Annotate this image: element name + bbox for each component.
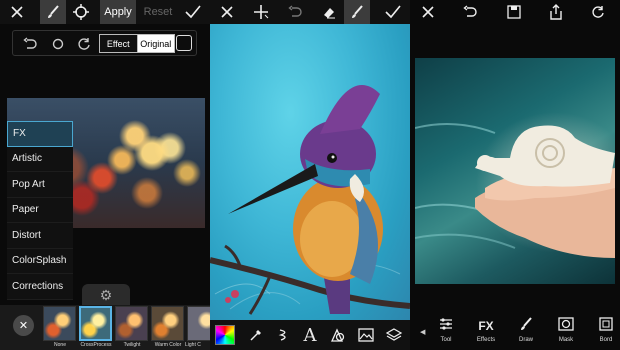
- image-icon[interactable]: [354, 323, 378, 347]
- effects-button[interactable]: FX Effects: [470, 317, 502, 349]
- fx-category-fx[interactable]: FX: [7, 121, 73, 147]
- filter-strip: ✕ None CrossProcess Twilight Warm Color …: [0, 305, 210, 350]
- fx-category-menu: FX Artistic Pop Art Paper Distort ColorS…: [7, 121, 73, 300]
- undo-icon[interactable]: [21, 35, 39, 53]
- kingfisher-painting: [210, 85, 410, 315]
- effect-original-toggle: Effect Original: [99, 34, 175, 53]
- reset-button[interactable]: Reset: [140, 0, 176, 24]
- filter-label-none: None: [54, 342, 66, 348]
- eyedropper-icon[interactable]: [244, 323, 268, 347]
- brush-icon[interactable]: [344, 0, 370, 24]
- draw-panel: A: [210, 0, 410, 350]
- shapes-icon[interactable]: [326, 323, 350, 347]
- effects-label: Effects: [476, 337, 496, 343]
- drawing-canvas[interactable]: [210, 24, 410, 320]
- editor-panel: ◀ Tool FX Effects Draw Mask Bord: [410, 0, 620, 350]
- draw-bottom-toolbar: A: [210, 320, 410, 350]
- fx-category-artistic[interactable]: Artistic: [7, 147, 73, 172]
- draw-label: Draw: [518, 337, 533, 343]
- fx-category-pop-art[interactable]: Pop Art: [7, 172, 73, 198]
- undo-icon[interactable]: [458, 0, 482, 24]
- border-label: Bord: [599, 337, 613, 343]
- mask-label: Mask: [558, 337, 574, 343]
- square-icon[interactable]: [176, 35, 192, 51]
- share-icon[interactable]: [544, 0, 568, 24]
- checkmark-icon[interactable]: [380, 0, 406, 24]
- border-icon: [599, 317, 613, 335]
- color-swatch[interactable]: [215, 325, 235, 345]
- mask-button[interactable]: Mask: [550, 317, 582, 349]
- filter-thumb-crossprocess[interactable]: [79, 306, 112, 341]
- brush-icon[interactable]: [40, 0, 66, 24]
- effects-panel: Apply Reset Effect Original FX Artistic …: [0, 0, 210, 350]
- editor-bottom-toolbar: ◀ Tool FX Effects Draw Mask Bord: [410, 314, 620, 350]
- top-toolbar: Apply Reset: [0, 0, 210, 24]
- scroll-left-icon[interactable]: ◀: [420, 328, 425, 336]
- refresh-icon[interactable]: [75, 35, 93, 53]
- brush-stroke-icon[interactable]: [272, 323, 296, 347]
- close-filters-icon[interactable]: ✕: [13, 315, 34, 336]
- filter-thumb-twilight[interactable]: [115, 306, 148, 341]
- close-icon[interactable]: [4, 0, 30, 24]
- sliders-icon: [439, 317, 453, 335]
- text-icon[interactable]: A: [298, 323, 322, 347]
- circle-icon[interactable]: [49, 35, 67, 53]
- gear-icon[interactable]: ⚙: [82, 284, 130, 306]
- brush-icon: [519, 317, 533, 335]
- fx-category-distort[interactable]: Distort: [7, 223, 73, 249]
- draw-button[interactable]: Draw: [510, 317, 542, 349]
- refresh-icon[interactable]: [586, 0, 610, 24]
- mask-tool-row: Effect Original: [12, 30, 197, 56]
- apply-button[interactable]: Apply: [100, 0, 136, 24]
- fx-category-paper[interactable]: Paper: [7, 198, 73, 223]
- border-button[interactable]: Bord: [590, 317, 620, 349]
- filter-thumb-none[interactable]: [43, 306, 76, 341]
- layers-icon[interactable]: [382, 323, 406, 347]
- undo-icon[interactable]: [282, 0, 308, 24]
- save-icon[interactable]: [502, 0, 526, 24]
- close-icon[interactable]: [416, 0, 440, 24]
- filter-label-light: Light C: [185, 342, 201, 348]
- tool-label: Tool: [440, 337, 452, 343]
- add-layer-icon[interactable]: [248, 0, 274, 24]
- close-icon[interactable]: [214, 0, 240, 24]
- checkmark-icon[interactable]: [180, 0, 206, 24]
- filter-thumb-warm-color[interactable]: [151, 306, 184, 341]
- fx-icon: FX: [478, 319, 494, 333]
- eraser-icon[interactable]: [316, 0, 342, 24]
- target-icon[interactable]: [68, 0, 94, 24]
- mask-icon: [558, 317, 574, 335]
- hands-bird-photo: [414, 58, 615, 284]
- filter-label-crossprocess: CrossProcess: [80, 342, 112, 348]
- fx-category-colorsplash[interactable]: ColorSplash: [7, 249, 73, 274]
- fx-category-corrections[interactable]: Corrections: [7, 274, 73, 300]
- filter-thumb-light[interactable]: [187, 306, 210, 341]
- original-toggle[interactable]: Original: [137, 35, 174, 52]
- tool-button[interactable]: Tool: [430, 317, 462, 349]
- editor-top-toolbar: [410, 0, 620, 24]
- filter-label-warm-color: Warm Color: [154, 342, 182, 348]
- draw-top-toolbar: [210, 0, 410, 24]
- filter-label-twilight: Twilight: [123, 342, 141, 348]
- effect-toggle[interactable]: Effect: [100, 35, 138, 52]
